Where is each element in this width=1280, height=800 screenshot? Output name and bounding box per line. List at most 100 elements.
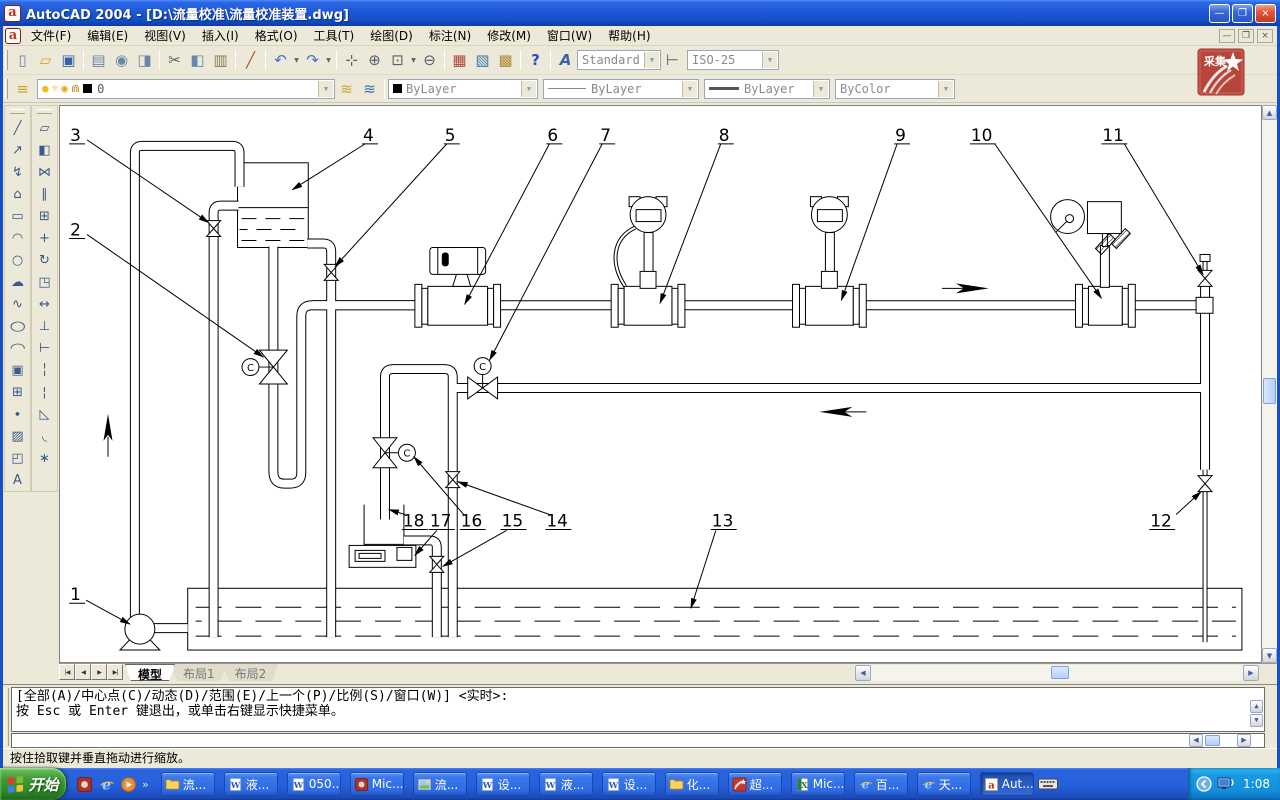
combo-arrow-icon[interactable]: ▼ [521, 81, 536, 97]
taskbar-button-7[interactable]: W设... [602, 772, 656, 796]
command-window-grip[interactable] [4, 688, 9, 746]
command-scroll-thumb[interactable] [1205, 735, 1220, 746]
trim-icon[interactable]: ⊥ [33, 315, 56, 337]
quicklaunch-app-icon[interactable] [76, 776, 93, 793]
scroll-left-icon[interactable]: ◀ [855, 665, 871, 681]
arc-icon[interactable]: ◠ [6, 227, 29, 249]
new-icon[interactable]: ▯ [11, 49, 34, 72]
redo-dropdown-icon[interactable]: ▼ [324, 57, 333, 64]
taskbar-button-8[interactable]: 化... [665, 772, 719, 796]
tab-布局2[interactable]: 布局2 [223, 664, 279, 681]
horizontal-scrollbar[interactable]: ◀ ▶ [855, 665, 1259, 681]
redo-icon[interactable]: ↷ [301, 49, 324, 72]
keyboard-tray-icon[interactable] [1038, 776, 1058, 792]
tab-模型[interactable]: 模型 [125, 664, 175, 681]
zoom-window-icon[interactable]: ⊡ [386, 49, 409, 72]
publish-icon[interactable]: ◨ [133, 49, 156, 72]
insert-block-icon[interactable]: ▣ [6, 359, 29, 381]
construction-line-icon[interactable]: ↗ [6, 139, 29, 161]
make-layer-current-icon[interactable]: ≋ [335, 77, 358, 100]
vertical-scrollbar[interactable]: ▲ ▼ [1262, 105, 1277, 663]
sun-icon[interactable]: ☼ [52, 82, 59, 95]
dim-style-icon[interactable]: ⊢ [661, 49, 684, 72]
close-button[interactable]: × [1255, 4, 1276, 23]
quicklaunch-ie-icon[interactable]: e [98, 776, 115, 793]
polygon-icon[interactable]: ⌂ [6, 183, 29, 205]
taskbar-button-6[interactable]: W液... [539, 772, 593, 796]
zoom-window-dropdown-icon[interactable]: ▼ [409, 57, 418, 64]
bulb-icon[interactable]: ● [42, 82, 49, 95]
tool-palettes-icon[interactable]: ▩ [494, 49, 517, 72]
copy-object-icon[interactable]: ◧ [33, 139, 56, 161]
save-icon[interactable]: ▣ [57, 49, 80, 72]
command-history[interactable]: [全部(A)/中心点(C)/动态(D)/范围(E)/上一个(P)/比例(S)/窗… [11, 687, 1265, 732]
print-icon[interactable]: ▤ [87, 49, 110, 72]
menu-item-10[interactable]: 帮助(H) [600, 25, 658, 46]
layer-previous-icon[interactable]: ≋ [358, 77, 381, 100]
circle-icon[interactable]: ○ [6, 249, 29, 271]
taskbar-button-4[interactable]: 流... [413, 772, 467, 796]
tab-first-button[interactable]: |◀ [59, 664, 75, 680]
color-combo[interactable]: ByLayer▼ [388, 79, 538, 99]
horizontal-scroll-thumb[interactable] [1051, 666, 1069, 679]
tab-next-button[interactable]: ▶ [91, 664, 107, 680]
lineweight-combo[interactable]: ByLayer▼ [704, 79, 830, 99]
taskbar-button-10[interactable]: XMic... [791, 772, 845, 796]
ellipse-icon[interactable]: ○ [6, 315, 29, 337]
menu-item-8[interactable]: 修改(M) [479, 25, 539, 46]
text-style-combo[interactable]: Standard▼ [577, 50, 661, 70]
menu-item-0[interactable]: 文件(F) [23, 25, 79, 46]
tray-network-icon[interactable] [1217, 776, 1235, 792]
quicklaunch-media-icon[interactable] [120, 776, 137, 793]
rectangle-icon[interactable]: ▭ [6, 205, 29, 227]
menu-item-1[interactable]: 编辑(E) [79, 25, 136, 46]
command-scroll-left-icon[interactable]: ◀ [1189, 734, 1203, 747]
region-icon[interactable]: ◰ [6, 447, 29, 469]
taskbar-button-12[interactable]: e天... [917, 772, 971, 796]
menu-item-6[interactable]: 绘图(D) [362, 25, 421, 46]
taskbar-button-11[interactable]: e百... [854, 772, 908, 796]
toolbar-grip[interactable] [5, 79, 8, 99]
scroll-down-icon[interactable]: ▼ [1262, 648, 1277, 663]
zoom-realtime-icon[interactable]: ⊕ [363, 49, 386, 72]
dwg-document-icon[interactable]: a [5, 28, 21, 44]
taskbar-button-0[interactable]: 流... [161, 772, 215, 796]
explode-icon[interactable]: ∗ [33, 447, 56, 469]
copy-icon[interactable]: ◧ [186, 49, 209, 72]
quicklaunch-chevron-icon[interactable]: » [142, 778, 149, 791]
undo-dropdown-icon[interactable]: ▼ [292, 57, 301, 64]
menu-item-7[interactable]: 标注(N) [421, 25, 479, 46]
command-input[interactable]: ◀ ▶ [11, 733, 1265, 748]
menu-item-9[interactable]: 窗口(W) [539, 25, 600, 46]
minimize-button[interactable]: — [1209, 4, 1230, 23]
tab-last-button[interactable]: ▶| [107, 664, 123, 680]
fillet-icon[interactable]: ◟ [33, 425, 56, 447]
drawing-canvas[interactable]: CCC123456789101112131415161718 [59, 105, 1262, 663]
scroll-right-icon[interactable]: ▶ [1243, 665, 1259, 681]
designcenter-icon[interactable]: ▧ [471, 49, 494, 72]
child-close-button[interactable]: × [1257, 29, 1273, 43]
linetype-combo[interactable]: ByLayer▼ [543, 79, 699, 99]
extend-icon[interactable]: ⊢ [33, 337, 56, 359]
erase-icon[interactable]: ▱ [33, 117, 56, 139]
break-point-icon[interactable]: ╎ [33, 359, 56, 381]
plotstyle-combo[interactable]: ByColor▼ [835, 79, 955, 99]
sun-vp-icon[interactable]: ◉ [61, 82, 68, 95]
mtext-icon[interactable]: A [6, 469, 29, 491]
combo-arrow-icon[interactable]: ▼ [644, 52, 659, 68]
taskbar-button-9[interactable]: 超... [728, 772, 782, 796]
offset-icon[interactable]: ∥ [33, 183, 56, 205]
menu-item-5[interactable]: 工具(T) [306, 25, 363, 46]
properties-icon[interactable]: ▦ [448, 49, 471, 72]
taskbar-button-5[interactable]: W设... [476, 772, 530, 796]
combo-arrow-icon[interactable]: ▼ [682, 81, 697, 97]
paste-icon[interactable]: ▥ [209, 49, 232, 72]
help-icon[interactable]: ? [524, 49, 547, 72]
taskbar-button-1[interactable]: W液... [224, 772, 278, 796]
combo-arrow-icon[interactable]: ▼ [318, 81, 333, 97]
layer-combo[interactable]: ●☼◉⋒ 0 ▼ [37, 79, 335, 99]
menu-item-3[interactable]: 插入(I) [194, 25, 247, 46]
restore-button[interactable]: ❐ [1232, 4, 1253, 23]
toolbar-grip[interactable] [5, 50, 8, 70]
tray-collapse-icon[interactable] [1196, 776, 1212, 792]
